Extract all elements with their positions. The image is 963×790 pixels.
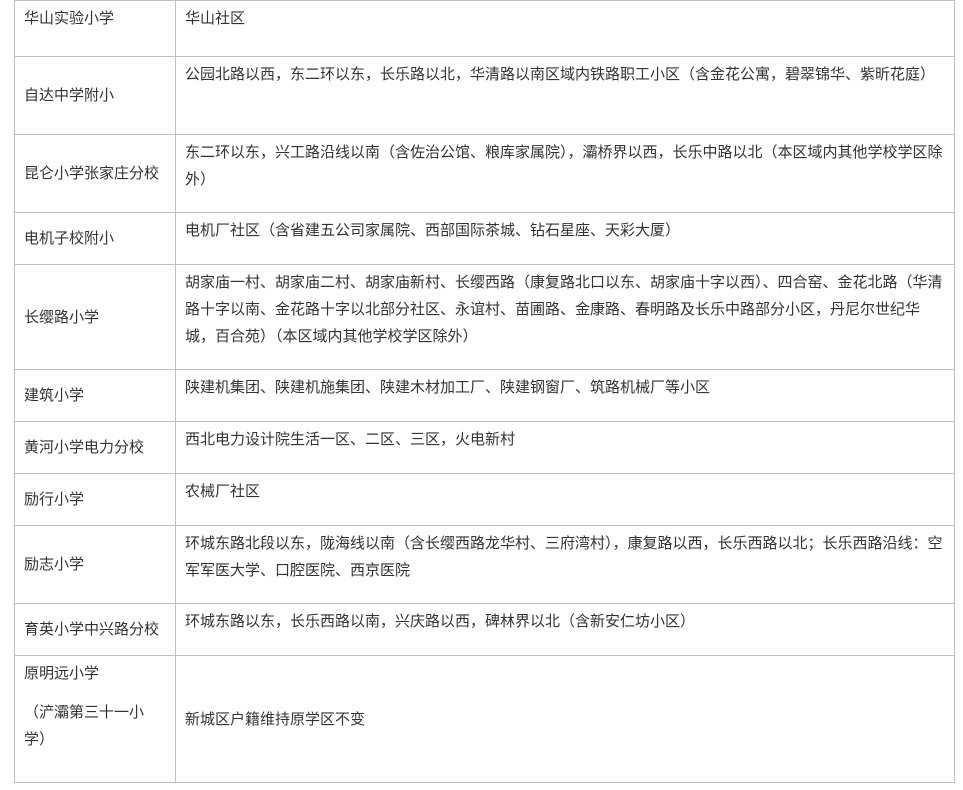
district-description: 新城区户籍维持原学区不变 — [175, 655, 955, 783]
school-district-table: 华山实验小学 华山社区 自达中学附小 公园北路以西，东二环以东，长乐路以北，华清… — [14, 0, 955, 783]
district-description: 电机厂社区（含省建五公司家属院、西部国际茶城、钻石星座、天彩大厦） — [175, 212, 955, 265]
school-note: （浐灞第三十一小学） — [24, 703, 145, 748]
table-row: 原明远小学 （浐灞第三十一小学） 新城区户籍维持原学区不变 — [14, 655, 955, 783]
district-description: 公园北路以西，东二环以东，长乐路以北，华清路以南区域内铁路职工小区（含金花公寓，… — [175, 56, 955, 135]
district-description: 农械厂社区 — [175, 473, 955, 526]
table-row: 育英小学中兴路分校 环城东路以东，长乐西路以南，兴庆路以西，碑林界以北（含新安仁… — [14, 603, 955, 656]
school-name: 昆仑小学张家庄分校 — [14, 134, 176, 213]
district-description: 东二环以东，兴工路沿线以南（含佐治公馆、粮库家属院），灞桥界以西，长乐中路以北（… — [175, 134, 955, 213]
school-name: 黄河小学电力分校 — [14, 421, 176, 474]
district-description: 环城东路北段以东，陇海线以南（含长缨西路龙华村、三府湾村），康复路以西，长乐西路… — [175, 525, 955, 604]
school-name: 长缨路小学 — [14, 264, 176, 370]
district-description: 华山社区 — [175, 0, 955, 57]
table-row: 昆仑小学张家庄分校 东二环以东，兴工路沿线以南（含佐治公馆、粮库家属院），灞桥界… — [14, 134, 955, 213]
table-row: 黄河小学电力分校 西北电力设计院生活一区、二区、三区，火电新村 — [14, 421, 955, 474]
school-name: 华山实验小学 — [14, 0, 176, 57]
table-row: 自达中学附小 公园北路以西，东二环以东，长乐路以北，华清路以南区域内铁路职工小区… — [14, 56, 955, 135]
table-row: 励行小学 农械厂社区 — [14, 473, 955, 526]
school-name: 励志小学 — [14, 525, 176, 604]
table-row: 电机子校附小 电机厂社区（含省建五公司家属院、西部国际茶城、钻石星座、天彩大厦） — [14, 212, 955, 265]
district-description: 环城东路以东，长乐西路以南，兴庆路以西，碑林界以北（含新安仁坊小区） — [175, 603, 955, 656]
school-name: 励行小学 — [14, 473, 176, 526]
school-name-cell: 原明远小学 （浐灞第三十一小学） — [14, 655, 176, 783]
table-row: 励志小学 环城东路北段以东，陇海线以南（含长缨西路龙华村、三府湾村），康复路以西… — [14, 525, 955, 604]
school-name: 电机子校附小 — [14, 212, 176, 265]
table-row: 建筑小学 陕建机集团、陕建机施集团、陕建木材加工厂、陕建钢窗厂、筑路机械厂等小区 — [14, 369, 955, 422]
district-description: 胡家庙一村、胡家庙二村、胡家庙新村、长缨西路（康复路北口以东、胡家庙十字以西）、… — [175, 264, 955, 370]
district-description: 陕建机集团、陕建机施集团、陕建木材加工厂、陕建钢窗厂、筑路机械厂等小区 — [175, 369, 955, 422]
table-row: 华山实验小学 华山社区 — [14, 0, 955, 57]
school-name: 自达中学附小 — [14, 56, 176, 135]
school-name: 育英小学中兴路分校 — [14, 603, 176, 656]
school-name: 建筑小学 — [14, 369, 176, 422]
district-description: 西北电力设计院生活一区、二区、三区，火电新村 — [175, 421, 955, 474]
table-row: 长缨路小学 胡家庙一村、胡家庙二村、胡家庙新村、长缨西路（康复路北口以东、胡家庙… — [14, 264, 955, 370]
school-name: 原明远小学 — [24, 664, 100, 682]
